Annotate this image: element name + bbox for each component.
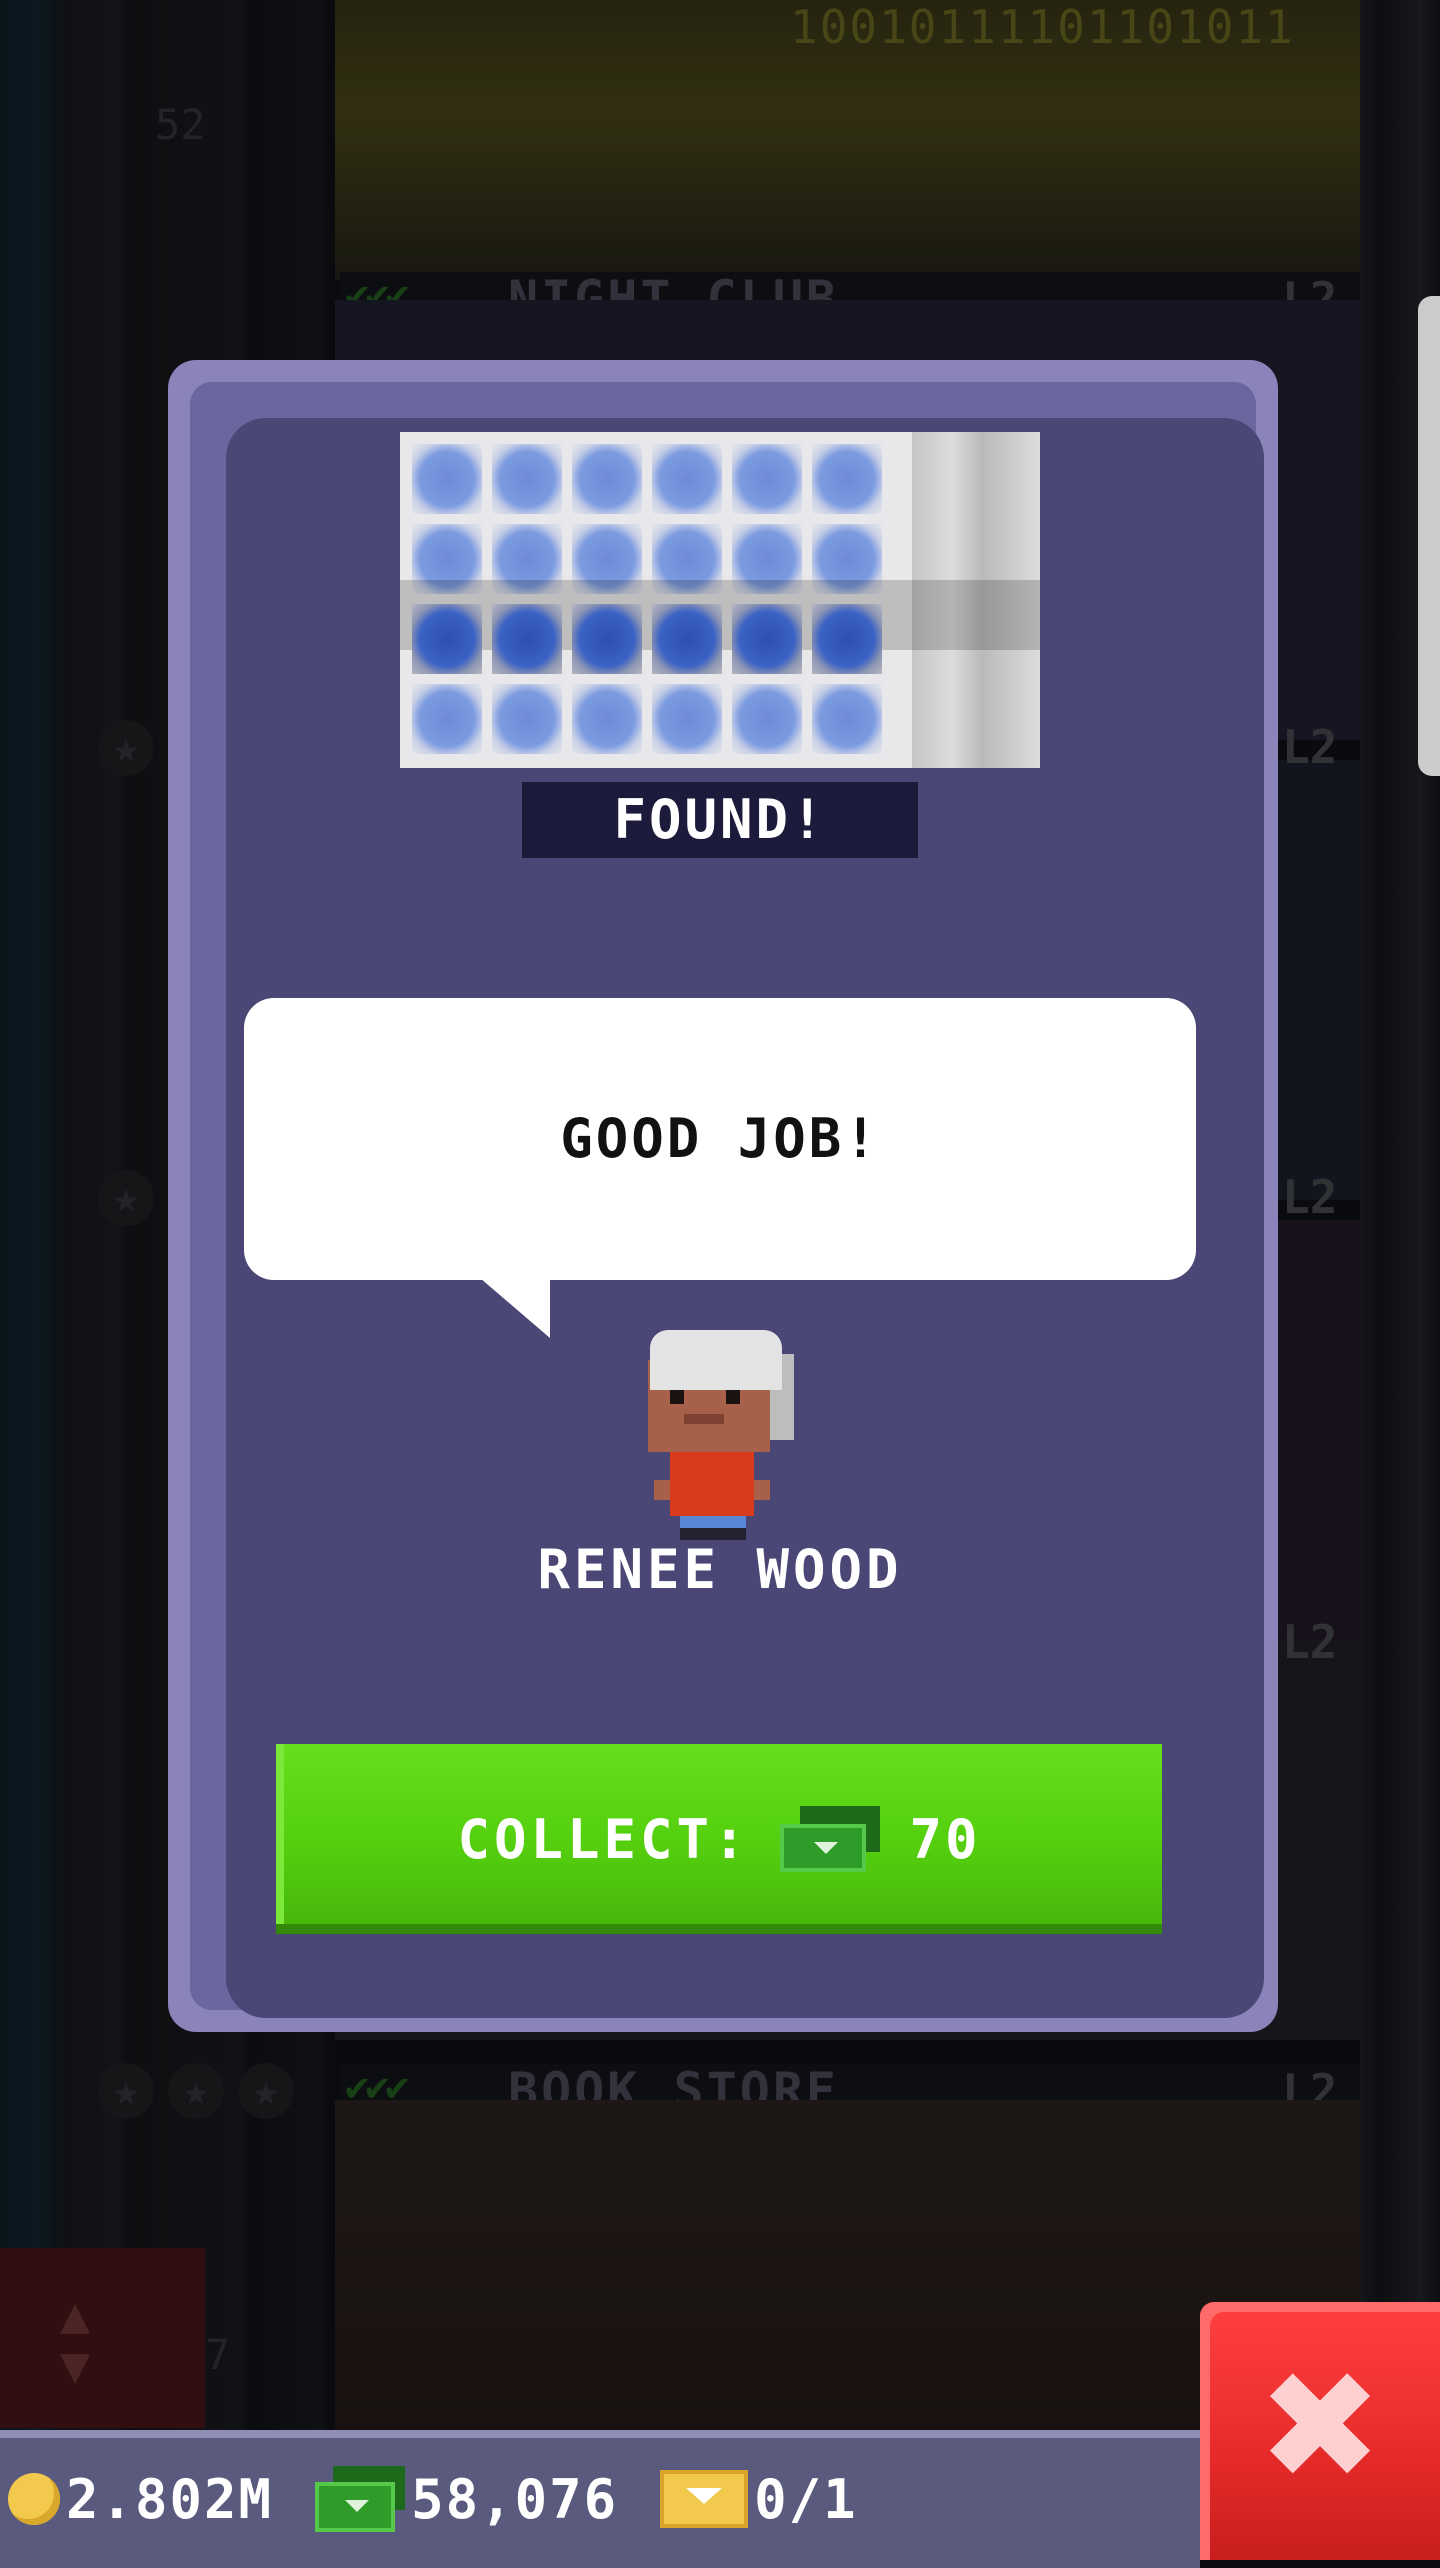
- coin-icon: [8, 2473, 60, 2525]
- speech-bubble: GOOD JOB!: [244, 998, 1196, 1280]
- tickets-count: 0/1: [754, 2467, 858, 2531]
- character-name: RENEE WOOD: [537, 1538, 903, 1601]
- collect-button[interactable]: COLLECT: 70: [276, 1744, 1162, 1934]
- cash-icon: [779, 1806, 880, 1872]
- status-bar: 2.802M 58,076 0/1: [0, 2430, 1200, 2568]
- coins-count: 2.802M: [66, 2467, 274, 2531]
- speech-text: GOOD JOB!: [560, 1107, 880, 1170]
- building-side: [912, 432, 1040, 768]
- close-icon: ✖: [1257, 2340, 1383, 2514]
- building-image: [400, 432, 1040, 768]
- collect-amount: 70: [909, 1807, 981, 1871]
- collect-label: COLLECT:: [457, 1807, 750, 1871]
- bux-count: 58,076: [411, 2467, 619, 2531]
- character-sprite: [640, 1330, 800, 1540]
- found-label: FOUND!: [522, 782, 918, 858]
- speech-bubble-tail: [480, 1278, 550, 1338]
- bux-icon: [315, 2466, 406, 2532]
- ticket-icon: [660, 2470, 749, 2528]
- close-button[interactable]: ✖: [1200, 2302, 1440, 2560]
